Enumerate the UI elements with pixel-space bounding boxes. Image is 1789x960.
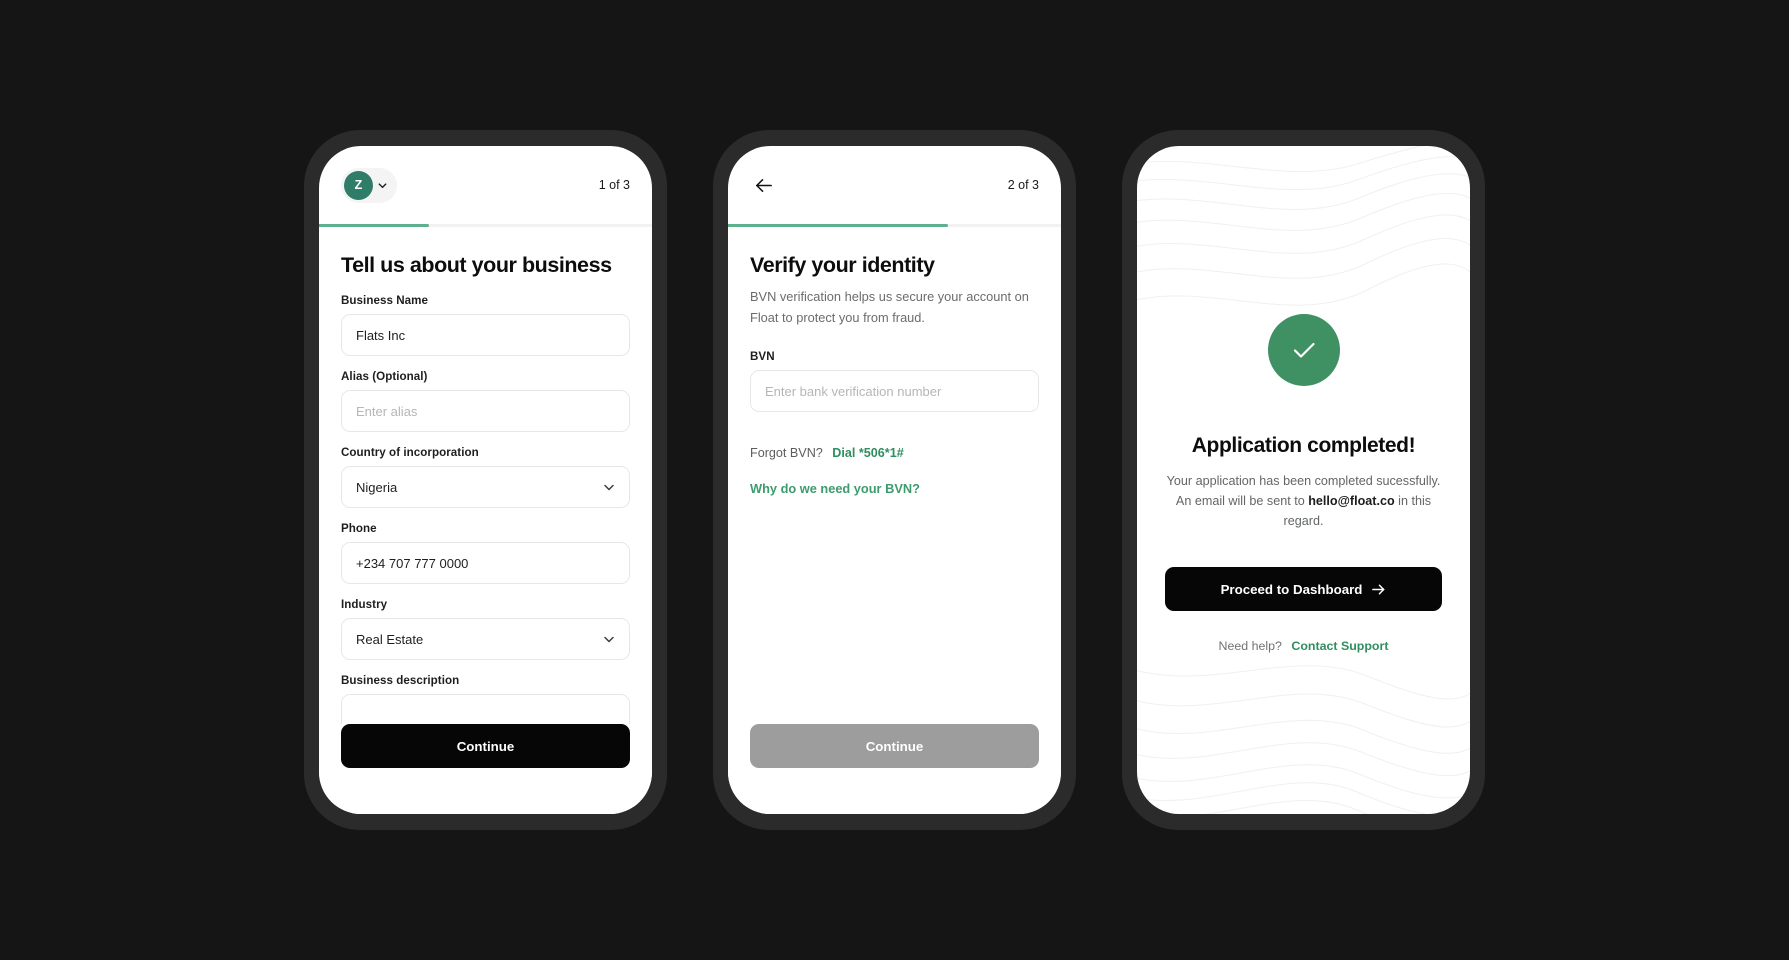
label-country: Country of incorporation [341, 446, 479, 459]
field-phone: Phone [341, 522, 630, 584]
phone-mockup-business-details: Z 1 of 3 Tell us about your business Bus… [304, 130, 667, 830]
footer: Continue [728, 724, 1061, 814]
avatar: Z [344, 170, 373, 200]
screen-application-completed: Application completed! Your application … [1137, 146, 1470, 814]
business-name-input[interactable] [341, 314, 630, 356]
alias-input[interactable] [341, 390, 630, 432]
back-button[interactable] [750, 172, 776, 198]
page-title: Tell us about your business [341, 253, 612, 277]
dial-code-link[interactable]: Dial *506*1# [832, 446, 903, 460]
business-form: Business Name Alias (Optional) Country o… [341, 294, 630, 724]
label-industry: Industry [341, 598, 388, 611]
screen-verify-identity: 2 of 3 Verify your identity BVN verifica… [728, 146, 1061, 814]
screenshot-stage: Z 1 of 3 Tell us about your business Bus… [0, 0, 1789, 960]
label-business-name: Business Name [341, 294, 428, 307]
proceed-to-dashboard-button[interactable]: Proceed to Dashboard [1165, 567, 1442, 612]
business-description-input[interactable] [341, 694, 630, 724]
page-subtitle: BVN verification helps us secure your ac… [750, 289, 1029, 325]
field-business-description: Business description [341, 674, 630, 724]
success-message-email: hello@float.co [1308, 494, 1395, 509]
account-switcher[interactable]: Z [341, 167, 397, 203]
topbar: 2 of 3 [728, 146, 1061, 224]
industry-select[interactable] [341, 618, 630, 660]
check-icon [1287, 333, 1321, 367]
contact-support-link[interactable]: Contact Support [1291, 639, 1388, 653]
country-select-wrap [341, 466, 630, 508]
field-bvn: BVN [750, 350, 1039, 413]
success-badge [1267, 314, 1340, 386]
phone-mockup-verify-identity: 2 of 3 Verify your identity BVN verifica… [713, 130, 1076, 830]
help-label: Need help? [1218, 639, 1282, 654]
field-country: Country of incorporation [341, 446, 630, 508]
arrow-right-icon [1371, 582, 1386, 597]
label-alias: Alias (Optional) [341, 370, 428, 383]
dashboard-cta-wrap: Proceed to Dashboard [1165, 567, 1442, 612]
form-content: Tell us about your business Business Nam… [319, 227, 652, 724]
phone-input[interactable] [341, 542, 630, 584]
success-message: Your application has been completed suce… [1165, 471, 1442, 531]
topbar: Z 1 of 3 [319, 146, 652, 224]
country-select[interactable] [341, 466, 630, 508]
step-counter: 1 of 3 [598, 178, 630, 192]
label-business-description: Business description [341, 674, 460, 687]
proceed-to-dashboard-label: Proceed to Dashboard [1220, 581, 1363, 597]
bvn-input[interactable] [750, 370, 1039, 413]
screen-business-details: Z 1 of 3 Tell us about your business Bus… [319, 146, 652, 814]
success-content: Application completed! Your application … [1137, 146, 1470, 814]
forgot-bvn-row: Forgot BVN? Dial *506*1# [750, 446, 1039, 460]
help-row: Need help? Contact Support [1219, 639, 1389, 653]
why-bvn-link[interactable]: Why do we need your BVN? [750, 481, 1039, 496]
verify-content: Verify your identity BVN verification he… [728, 227, 1061, 724]
chevron-down-icon [377, 180, 388, 191]
field-industry: Industry [341, 598, 630, 660]
field-alias: Alias (Optional) [341, 370, 630, 432]
phone-mockup-application-completed: Application completed! Your application … [1122, 130, 1485, 830]
page-title: Verify your identity [750, 253, 935, 277]
label-bvn: BVN [750, 350, 775, 364]
industry-select-wrap [341, 618, 630, 660]
continue-button[interactable]: Continue [750, 724, 1039, 768]
continue-button[interactable]: Continue [341, 724, 630, 768]
step-counter: 2 of 3 [1007, 178, 1039, 192]
footer: Continue [319, 724, 652, 814]
arrow-left-icon [753, 175, 774, 196]
forgot-bvn-label: Forgot BVN? [750, 446, 823, 461]
page-title: Application completed! [1191, 434, 1416, 457]
label-phone: Phone [341, 522, 377, 535]
field-business-name: Business Name [341, 294, 630, 356]
